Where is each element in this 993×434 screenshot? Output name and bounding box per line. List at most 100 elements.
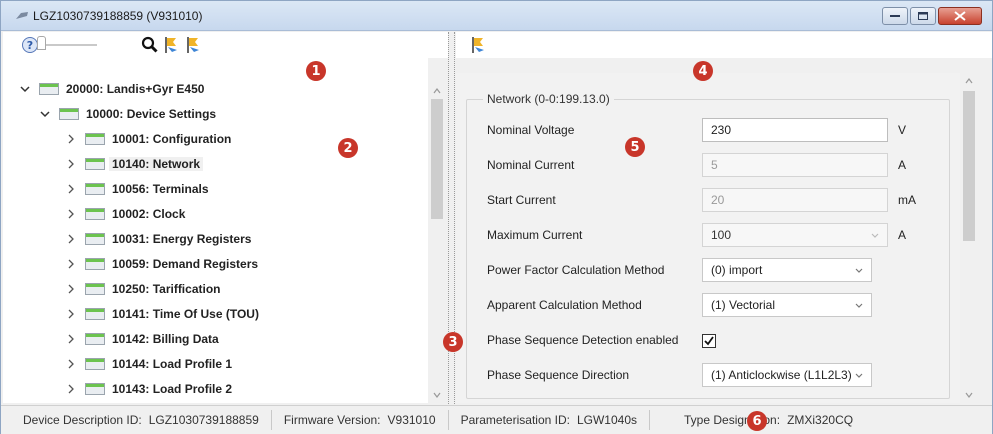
phase-detection-checkbox[interactable]	[702, 334, 716, 348]
close-icon	[954, 11, 966, 21]
start-current-label: Start Current	[487, 193, 556, 207]
start-current-field: 20	[702, 188, 888, 212]
power-factor-method-select[interactable]: (0) import	[702, 258, 872, 282]
chevron-right-icon[interactable]	[65, 183, 77, 195]
power-factor-method-value: (0) import	[711, 263, 763, 277]
tree-node-label: 10001: Configuration	[112, 132, 232, 146]
scroll-down-icon[interactable]	[965, 391, 973, 399]
chevron-right-icon[interactable]	[65, 133, 77, 145]
search-icon[interactable]	[141, 36, 159, 54]
minimize-icon	[890, 15, 900, 17]
tree-node[interactable]: 10141: Time Of Use (TOU)	[65, 302, 259, 326]
minimize-button[interactable]	[882, 7, 908, 25]
power-factor-method-label: Power Factor Calculation Method	[487, 263, 665, 277]
callout-badge: 1	[306, 61, 326, 81]
tree-node[interactable]: 10143: Load Profile 2	[65, 377, 232, 401]
maximize-button[interactable]	[910, 7, 936, 25]
callout-badge: 2	[338, 138, 358, 158]
bookmark-icon[interactable]	[163, 36, 181, 54]
tree-node[interactable]: 10144: Load Profile 1	[65, 352, 232, 376]
device-tree: 20000: Landis+Gyr E450 10000: Device Set…	[3, 58, 428, 403]
phase-direction-label: Phase Sequence Direction	[487, 368, 630, 382]
tree-node-label: 10059: Demand Registers	[112, 257, 259, 271]
maximum-current-label: Maximum Current	[487, 228, 583, 242]
tree-node-label: 10141: Time Of Use (TOU)	[112, 307, 259, 321]
chevron-right-icon[interactable]	[65, 283, 77, 295]
tree-node[interactable]: 10142: Billing Data	[65, 327, 219, 351]
node-icon	[85, 158, 105, 170]
tree-node-label: 10000: Device Settings	[86, 107, 217, 121]
node-icon	[59, 108, 79, 120]
network-group: Network (0-0:199.13.0) Nominal Voltage 2…	[466, 92, 950, 399]
chevron-right-icon[interactable]	[65, 158, 77, 170]
chevron-right-icon[interactable]	[65, 233, 77, 245]
maximum-current-value: 100	[711, 228, 732, 242]
chevron-down-icon	[855, 373, 863, 378]
status-value: LGW1040s	[576, 413, 637, 427]
tree-node[interactable]: 10002: Clock	[65, 202, 185, 226]
tree-node[interactable]: 10059: Demand Registers	[65, 252, 258, 276]
phase-detection-label: Phase Sequence Detection enabled	[487, 333, 679, 347]
maximum-current-select: 100	[702, 223, 888, 247]
chevron-down-icon[interactable]	[19, 83, 31, 95]
window-title: LGZ1030739188859 (V931010)	[33, 9, 203, 23]
tree-scrollbar-thumb[interactable]	[431, 99, 443, 219]
tree-node[interactable]: 10001: Configuration	[65, 127, 231, 151]
tree-node[interactable]: 10056: Terminals	[65, 177, 209, 201]
tree-node-label: 10056: Terminals	[112, 182, 209, 196]
zoom-slider-track[interactable]	[41, 44, 97, 46]
status-label: Device Description ID:	[23, 413, 142, 427]
chevron-right-icon[interactable]	[65, 208, 77, 220]
zoom-slider-thumb[interactable]	[37, 36, 46, 50]
nominal-current-label: Nominal Current	[487, 158, 575, 172]
status-value: LGZ1030739188859	[148, 413, 259, 427]
unit-label: A	[898, 228, 907, 242]
panel-scrollbar-thumb[interactable]	[963, 91, 975, 241]
tree-toolbar: ?	[3, 32, 448, 58]
tree-node[interactable]: 10250: Tariffication	[65, 277, 220, 301]
chevron-right-icon[interactable]	[65, 358, 77, 370]
apparent-method-select[interactable]: (1) Vectorial	[702, 293, 872, 317]
callout-badge: 4	[693, 61, 713, 81]
scroll-up-icon[interactable]	[965, 77, 973, 85]
tree-scrollbar[interactable]	[428, 83, 446, 403]
scroll-down-icon[interactable]	[433, 391, 441, 399]
panel-scrollbar[interactable]	[960, 73, 978, 403]
node-icon	[85, 358, 105, 370]
tree-node[interactable]: 10000: Device Settings	[39, 102, 216, 126]
callout-badge: 3	[443, 332, 463, 352]
phase-direction-value: (1) Anticlockwise (L1L2L3)	[711, 368, 852, 382]
chevron-right-icon[interactable]	[65, 308, 77, 320]
tree-node[interactable]: 20000: Landis+Gyr E450	[19, 77, 204, 101]
parameterisation-segment: Parameterisation ID: LGW1040s	[449, 410, 650, 430]
status-label: Firmware Version:	[283, 413, 381, 427]
application-window: LGZ1030739188859 (V931010) ? 20000: Land…	[0, 0, 993, 434]
node-icon	[85, 183, 105, 195]
nominal-voltage-field[interactable]: 230	[702, 118, 888, 142]
unit-label: A	[898, 158, 907, 172]
chevron-down-icon[interactable]	[39, 108, 51, 120]
tree-node-label: 10143: Load Profile 2	[112, 382, 233, 396]
chevron-right-icon[interactable]	[65, 258, 77, 270]
svg-text:?: ?	[27, 39, 33, 52]
tree-node[interactable]: 10031: Energy Registers	[65, 227, 251, 251]
close-button[interactable]	[938, 7, 982, 25]
apparent-method-value: (1) Vectorial	[711, 298, 776, 312]
bookmark-icon[interactable]	[185, 36, 203, 54]
chevron-right-icon[interactable]	[65, 383, 77, 395]
parameter-panel: Network (0-0:199.13.0) Nominal Voltage 2…	[456, 73, 960, 403]
callout-badge: 5	[625, 137, 645, 157]
device-description-segment: Device Description ID: LGZ1030739188859	[1, 410, 272, 430]
bookmark-icon[interactable]	[470, 36, 488, 54]
tree-node-label: 10002: Clock	[112, 207, 186, 221]
node-icon	[85, 383, 105, 395]
scroll-up-icon[interactable]	[433, 87, 441, 95]
tree-node-label: 20000: Landis+Gyr E450	[66, 82, 205, 96]
tree-node-selected[interactable]: 10140: Network	[65, 152, 204, 176]
phase-direction-select[interactable]: (1) Anticlockwise (L1L2L3)	[702, 363, 872, 387]
tree-node-label: 10140: Network	[109, 157, 204, 171]
node-icon	[39, 83, 59, 95]
node-icon	[85, 333, 105, 345]
chevron-right-icon[interactable]	[65, 333, 77, 345]
status-label: Parameterisation ID:	[460, 413, 570, 427]
